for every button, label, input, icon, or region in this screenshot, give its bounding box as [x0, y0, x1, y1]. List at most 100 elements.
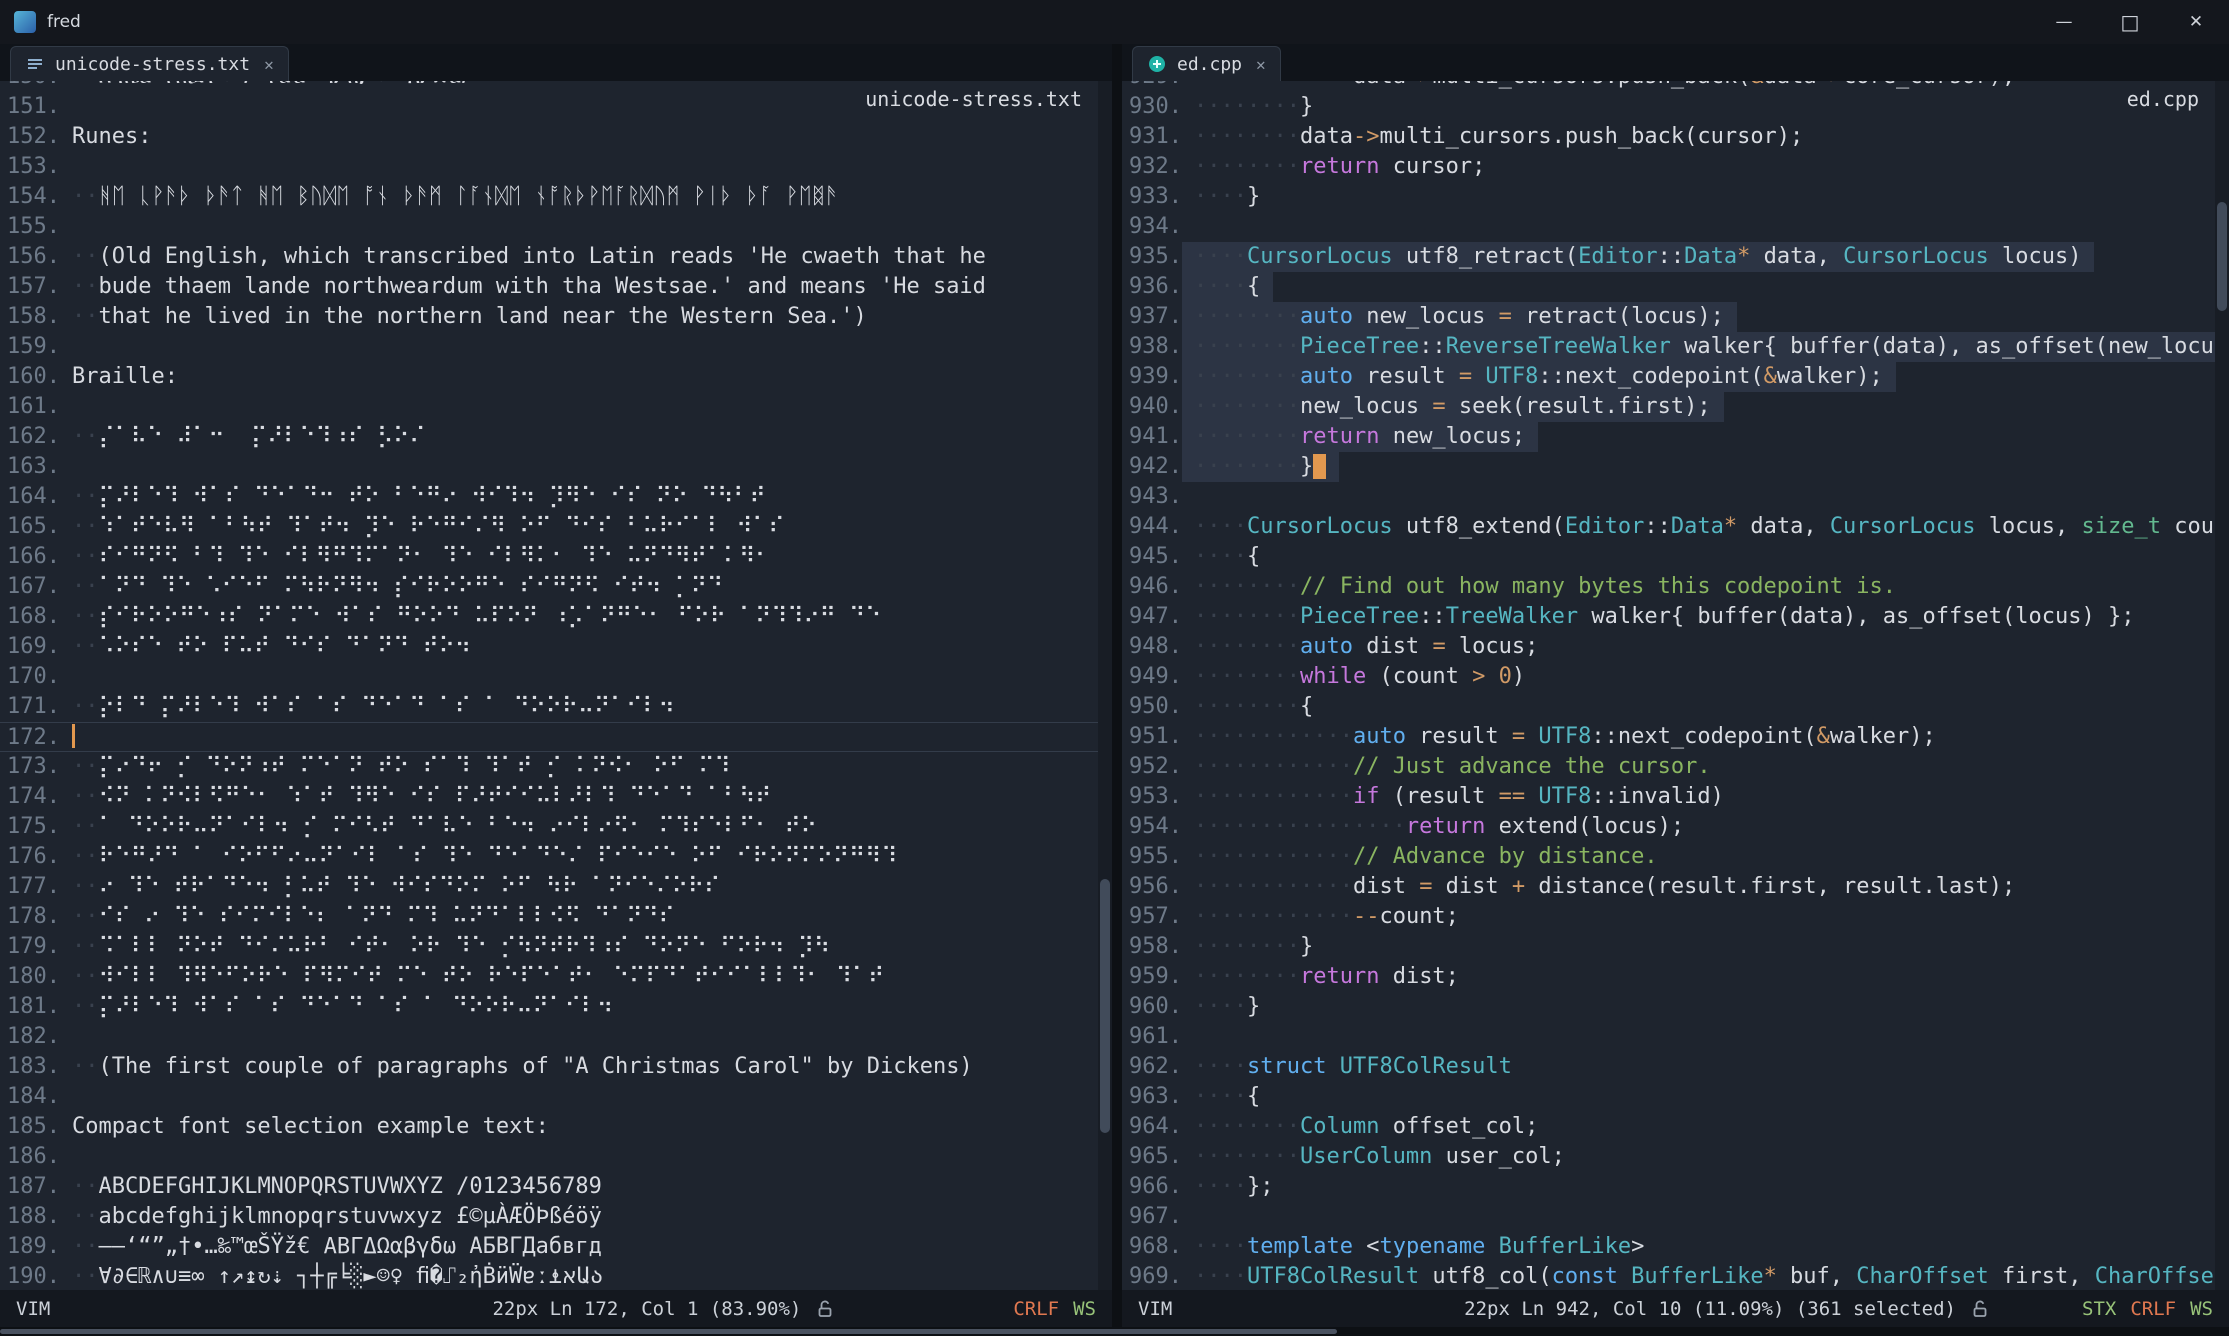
editor-line[interactable]: 962.····struct UTF8ColResult — [1122, 1052, 2229, 1082]
tab-close-icon[interactable]: ✕ — [1256, 55, 1266, 74]
editor-line[interactable]: 154.··ᚻᛖ ᚳᚹᚫᚦ ᚦᚫᛏ ᚻᛖ ᛒᚢᛞᛖ ᚩᚾ ᚦᚫᛗ ᛚᚪᚾᛞᛖ ᚾ… — [0, 182, 1112, 212]
editor-line[interactable]: 932.········return cursor; — [1122, 152, 2229, 182]
editor-line[interactable]: 946.········// Find out how many bytes t… — [1122, 572, 2229, 602]
editor-line[interactable]: 930.········} — [1122, 92, 2229, 122]
editor-line[interactable]: 178.··⠊⠎ ⠔ ⠹⠑ ⠎⠊⠍⠊⠇⠑⠆ ⠁⠝⠙ ⠍⠹ ⠥⠝⠙⠁⠇⠇⠪⠫ ⠙⠁… — [0, 902, 1112, 932]
editor-line[interactable]: 170. — [0, 662, 1112, 692]
editor-line[interactable]: 168.··⡎⠊⠗⠕⠕⠛⠑⠰⠎ ⠝⠁⠍⠑ ⠺⠁⠎ ⠛⠕⠕⠙ ⠥⠏⠕⠝ ⠰⡡⠁⠝⠛… — [0, 602, 1112, 632]
editor-line[interactable]: 171.··⡕⠇⠙ ⡍⠜⠇⠑⠹ ⠺⠁⠎ ⠁⠎ ⠙⠑⠁⠙ ⠁⠎ ⠁ ⠙⠕⠕⠗⠤⠝⠁… — [0, 692, 1112, 722]
editor-line[interactable]: 183.··(The first couple of paragraphs of… — [0, 1052, 1112, 1082]
editor-line[interactable]: 957.············--count; — [1122, 902, 2229, 932]
editor-line[interactable]: 964.········Column offset_col; — [1122, 1112, 2229, 1142]
editor-line[interactable]: 968.····template <typename BufferLike> — [1122, 1232, 2229, 1262]
editor-line[interactable]: 180.··⠺⠊⠇⠇ ⠹⠻⠑⠋⠕⠗⠑ ⠏⠻⠍⠊⠞ ⠍⠑ ⠞⠕ ⠗⠑⠏⠑⠁⠞⠂ ⠑… — [0, 962, 1112, 992]
eol-indicator[interactable]: CRLF — [2130, 1298, 2176, 1320]
editor-line[interactable]: 958.········} — [1122, 932, 2229, 962]
editor-line[interactable]: 956.············dist = dist + distance(r… — [1122, 872, 2229, 902]
editor-line[interactable]: 948.········auto dist = locus; — [1122, 632, 2229, 662]
pane-divider[interactable] — [1112, 44, 1122, 1327]
editor-line[interactable]: 181.··⡍⠜⠇⠑⠹ ⠺⠁⠎ ⠁⠎ ⠙⠑⠁⠙ ⠁⠎ ⠁ ⠙⠕⠕⠗⠤⠝⠁⠊⠇⠲ — [0, 992, 1112, 1022]
editor-line[interactable]: 161. — [0, 392, 1112, 422]
editor-line[interactable]: 175.··⠁ ⠙⠕⠕⠗⠤⠝⠁⠊⠇⠲ ⡊ ⠍⠊⠣⠞ ⠙⠁⠧⠑ ⠃⠑⠲ ⠔⠊⠇⠔⠫… — [0, 812, 1112, 842]
editor-line[interactable]: 955.············// Advance by distance. — [1122, 842, 2229, 872]
editor-line[interactable]: 160.Braille: — [0, 362, 1112, 392]
editor-line[interactable]: 965.········UserColumn user_col; — [1122, 1142, 2229, 1172]
editor-line[interactable]: 944.····CursorLocus utf8_extend(Editor::… — [1122, 512, 2229, 542]
editor-line[interactable]: 162.··⡌⠁⠧⠑ ⠼⠁⠒ ⡍⠜⠇⠑⠹⠰⠎ ⡣⠕⠌ — [0, 422, 1112, 452]
editor-line[interactable]: 182. — [0, 1022, 1112, 1052]
tab-unicode-stress[interactable]: unicode-stress.txt ✕ — [10, 46, 289, 81]
editor-line[interactable]: 179.··⠩⠁⠇⠇ ⠝⠕⠞ ⠙⠊⠌⠥⠗⠃ ⠊⠞⠂ ⠕⠗ ⠹⠑ ⡊⠳⠝⠞⠗⠹⠰⠎… — [0, 932, 1112, 962]
editor-line[interactable]: 942.········} — [1122, 452, 2229, 482]
editor-line[interactable]: 966.····}; — [1122, 1172, 2229, 1202]
editor-line[interactable]: 951.············auto result = UTF8::next… — [1122, 722, 2229, 752]
editor-line[interactable]: 176.··⠗⠑⠛⠜⠙ ⠁ ⠊⠕⠋⠋⠔⠤⠝⠁⠊⠇ ⠁⠎ ⠹⠑ ⠙⠑⠁⠙⠑⠌ ⠏⠊… — [0, 842, 1112, 872]
right-editor[interactable]: 929.············data->multi_cursors.push… — [1122, 81, 2229, 1290]
minimize-button[interactable]: — — [2031, 0, 2097, 44]
editor-line[interactable]: 155. — [0, 212, 1112, 242]
scrollbar-thumb[interactable] — [0, 1329, 1337, 1334]
editor-line[interactable]: 953.············if (result == UTF8::inva… — [1122, 782, 2229, 812]
editor-line[interactable]: 943. — [1122, 482, 2229, 512]
left-editor[interactable]: 150.··እግዜር የከፈተውን ጉሮሮ ሳይዘጋው አይድርም።151.15… — [0, 81, 1112, 1290]
editor-line[interactable]: 954.················return extend(locus)… — [1122, 812, 2229, 842]
editor-line[interactable]: 960.····} — [1122, 992, 2229, 1022]
editor-line[interactable]: 156.··(Old English, which transcribed in… — [0, 242, 1112, 272]
editor-line[interactable]: 189.··–—‘“”„†•…‰™œŠŸž€ ΑΒΓΔΩαβγδω АБВГДа… — [0, 1232, 1112, 1262]
editor-line[interactable]: 174.··⠪⠝ ⠅⠝⠪⠇⠫⠛⠑⠂ ⠱⠁⠞ ⠹⠻⠑ ⠊⠎ ⠏⠜⠞⠊⠊⠥⠇⠜⠇⠹ … — [0, 782, 1112, 812]
editor-line[interactable]: 159. — [0, 332, 1112, 362]
editor-line[interactable]: 950.········{ — [1122, 692, 2229, 722]
left-scrollbar[interactable] — [1098, 81, 1112, 1290]
editor-line[interactable]: 152.Runes: — [0, 122, 1112, 152]
editor-line[interactable]: 166.··⠎⠊⠛⠝⠫ ⠃⠹ ⠹⠑ ⠊⠇⠻⠛⠹⠍⠁⠝⠂ ⠹⠑ ⠊⠇⠻⠅⠂ ⠹⠑ … — [0, 542, 1112, 572]
editor-line[interactable]: 963.····{ — [1122, 1082, 2229, 1112]
editor-line[interactable]: 173.··⡍⠔⠙⠖ ⡊ ⠙⠕⠝⠰⠞ ⠍⠑⠁⠝ ⠞⠕ ⠎⠁⠹ ⠹⠁⠞ ⡊ ⠅⠝⠪… — [0, 752, 1112, 782]
editor-line[interactable]: 165.··⠱⠁⠞⠑⠧⠻ ⠁⠃⠳⠞ ⠹⠁⠞⠲ ⡹⠑ ⠗⠑⠛⠊⠌⠻ ⠕⠋ ⠙⠊⠎ … — [0, 512, 1112, 542]
editor-line[interactable]: 185.Compact font selection example text: — [0, 1112, 1112, 1142]
eol-indicator[interactable]: CRLF — [1013, 1298, 1059, 1320]
editor-line[interactable]: 187.··ABCDEFGHIJKLMNOPQRSTUVWXYZ /012345… — [0, 1172, 1112, 1202]
tab-close-icon[interactable]: ✕ — [264, 55, 274, 74]
editor-line[interactable]: 172. — [0, 722, 1112, 752]
editor-line[interactable]: 186. — [0, 1142, 1112, 1172]
editor-line[interactable]: 947.········PieceTree::TreeWalker walker… — [1122, 602, 2229, 632]
unlock-icon[interactable] — [1970, 1299, 1990, 1319]
unlock-icon[interactable] — [815, 1299, 835, 1319]
editor-line[interactable]: 184. — [0, 1082, 1112, 1112]
editor-line[interactable]: 969.····UTF8ColResult utf8_col(const Buf… — [1122, 1262, 2229, 1290]
editor-line[interactable]: 937.········auto new_locus = retract(loc… — [1122, 302, 2229, 332]
whitespace-indicator[interactable]: WS — [2190, 1298, 2213, 1320]
editor-line[interactable]: 158.··that he lived in the northern land… — [0, 302, 1112, 332]
editor-line[interactable]: 936.····{ — [1122, 272, 2229, 302]
editor-line[interactable]: 939.········auto result = UTF8::next_cod… — [1122, 362, 2229, 392]
editor-line[interactable]: 188.··abcdefghijklmnopqrstuvwxyz £©µÀÆÖÞ… — [0, 1202, 1112, 1232]
editor-line[interactable]: 177.··⠔ ⠹⠑ ⠞⠗⠁⠙⠑⠲ ⡃⠥⠞ ⠹⠑ ⠺⠊⠎⠙⠕⠍ ⠕⠋ ⠳⠗ ⠁⠝… — [0, 872, 1112, 902]
editor-line[interactable]: 931.········data->multi_cursors.push_bac… — [1122, 122, 2229, 152]
editor-line[interactable]: 169.··⠡⠕⠎⠑ ⠞⠕ ⠏⠥⠞ ⠙⠊⠎ ⠙⠁⠝⠙ ⠞⠕⠲ — [0, 632, 1112, 662]
editor-line[interactable]: 961. — [1122, 1022, 2229, 1052]
editor-line[interactable]: 949.········while (count > 0) — [1122, 662, 2229, 692]
editor-line[interactable]: 933.····} — [1122, 182, 2229, 212]
editor-line[interactable]: 934. — [1122, 212, 2229, 242]
editor-line[interactable]: 929.············data->multi_cursors.push… — [1122, 81, 2229, 92]
editor-line[interactable]: 967. — [1122, 1202, 2229, 1232]
editor-line[interactable]: 153. — [0, 152, 1112, 182]
editor-line[interactable]: 959.········return dist; — [1122, 962, 2229, 992]
editor-line[interactable]: 952.············// Just advance the curs… — [1122, 752, 2229, 782]
editor-line[interactable]: 163. — [0, 452, 1112, 482]
scrollbar-thumb[interactable] — [2217, 202, 2227, 311]
editor-line[interactable]: 935.····CursorLocus utf8_retract(Editor:… — [1122, 242, 2229, 272]
editor-line[interactable]: 938.········PieceTree::ReverseTreeWalker… — [1122, 332, 2229, 362]
editor-line[interactable]: 941.········return new_locus; — [1122, 422, 2229, 452]
editor-line[interactable]: 157.··bude thaem lande northweardum with… — [0, 272, 1112, 302]
scrollbar-thumb[interactable] — [1100, 879, 1110, 1133]
maximize-button[interactable]: □ — [2097, 0, 2163, 44]
tab-ed-cpp[interactable]: ed.cpp ✕ — [1132, 46, 1281, 81]
whitespace-indicator[interactable]: WS — [1073, 1298, 1096, 1320]
horizontal-scrollbar[interactable] — [0, 1327, 2229, 1336]
editor-line[interactable]: 945.····{ — [1122, 542, 2229, 572]
stx-indicator[interactable]: STX — [2082, 1298, 2116, 1320]
editor-line[interactable]: 940.········new_locus = seek(result.firs… — [1122, 392, 2229, 422]
right-scrollbar[interactable] — [2215, 81, 2229, 1290]
editor-line[interactable]: 190.··∀∂∈ℝ∧∪≡∞ ↑↗↨↻⇣ ┐┼╔╘░►☺♀ ﬁ�⑀₂ἠḂӥẄɐː… — [0, 1262, 1112, 1290]
